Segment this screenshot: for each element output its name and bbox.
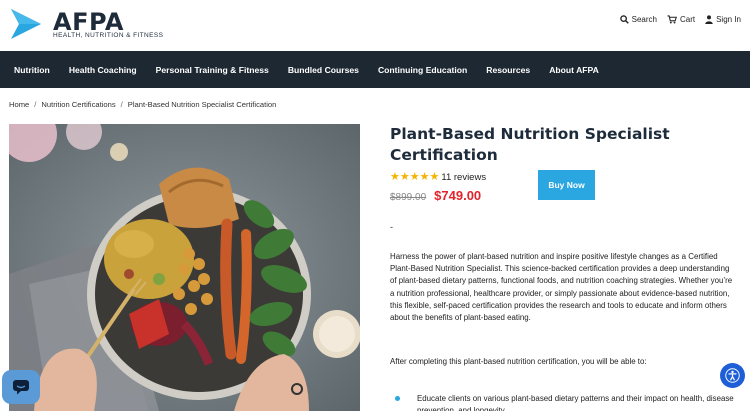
nav-item-about[interactable]: About AFPA — [549, 65, 599, 75]
star-icon: ★ — [390, 171, 400, 183]
product-description: Harness the power of plant-based nutriti… — [390, 252, 733, 323]
nav-item-resources[interactable]: Resources — [486, 65, 530, 75]
product-image — [9, 124, 360, 411]
header-utilities: Search Cart Sign In — [619, 15, 741, 24]
outcome-text: Educate clients on various plant-based d… — [417, 394, 734, 411]
chat-icon — [13, 380, 29, 395]
breadcrumb: Home / Nutrition Certifications / Plant-… — [9, 100, 276, 109]
search-icon — [619, 15, 629, 24]
breadcrumb-home[interactable]: Home — [9, 100, 29, 109]
logo-arrow-icon — [11, 9, 41, 39]
cart-label: Cart — [679, 15, 696, 24]
star-icon: ★ — [429, 171, 440, 183]
nav-item-bundled-courses[interactable]: Bundled Courses — [288, 65, 359, 75]
variant-dash: - — [390, 222, 393, 232]
star-icon: ★ — [399, 171, 410, 183]
search-link[interactable]: Search — [619, 15, 657, 24]
accessibility-button[interactable] — [720, 363, 745, 388]
product-title-line-1: Plant-Based Nutrition Specialist — [390, 125, 670, 143]
main-nav: Nutrition Health Coaching Personal Train… — [0, 51, 750, 88]
bullet-icon — [395, 396, 400, 401]
cart-icon — [667, 15, 677, 24]
sale-price: $749.00 — [434, 188, 482, 203]
breadcrumb-separator: / — [120, 100, 123, 109]
breadcrumb-separator: / — [34, 100, 37, 109]
search-label: Search — [631, 15, 657, 24]
cart-link[interactable]: Cart — [667, 15, 695, 24]
star-icon: ★ — [419, 171, 430, 183]
sign-in-link[interactable]: Sign In — [705, 15, 741, 24]
logo-tagline: HEALTH, NUTRITION & FITNESS — [53, 32, 164, 39]
nav-item-personal-training[interactable]: Personal Training & Fitness — [156, 65, 269, 75]
product-info: Plant-Based Nutrition Specialist Certifi… — [390, 124, 742, 366]
star-icon: ★ — [409, 171, 420, 183]
list-item: Educate clients on various plant-based d… — [395, 393, 735, 411]
site-header: AFPA HEALTH, NUTRITION & FITNESS Search … — [0, 0, 750, 51]
logo-wordmark: AFPA — [53, 8, 124, 36]
product-title: Plant-Based Nutrition Specialist Certifi… — [390, 124, 742, 166]
breadcrumb-nutrition-certifications[interactable]: Nutrition Certifications — [41, 100, 115, 109]
rating[interactable]: ★ ★ ★ ★ ★ 11 reviews — [390, 171, 486, 184]
accessibility-icon — [725, 368, 740, 383]
original-price: $899.00 — [390, 192, 427, 203]
sign-in-label: Sign In — [716, 15, 741, 24]
product-title-line-2: Certification — [390, 146, 498, 164]
breadcrumb-current: Plant-Based Nutrition Specialist Certifi… — [127, 100, 277, 109]
user-icon — [705, 15, 713, 24]
reviews-count[interactable]: 11 reviews — [441, 172, 486, 183]
outcomes-intro: After completing this plant-based nutrit… — [390, 357, 647, 366]
nav-item-nutrition[interactable]: Nutrition — [14, 65, 50, 75]
chat-button[interactable] — [2, 370, 40, 404]
afpa-logo[interactable]: AFPA HEALTH, NUTRITION & FITNESS — [9, 7, 163, 43]
nav-item-health-coaching[interactable]: Health Coaching — [69, 65, 137, 75]
nav-item-continuing-education[interactable]: Continuing Education — [378, 65, 467, 75]
price-block: $899.00 $749.00 — [390, 188, 481, 203]
buy-now-button[interactable]: Buy Now — [538, 170, 595, 200]
